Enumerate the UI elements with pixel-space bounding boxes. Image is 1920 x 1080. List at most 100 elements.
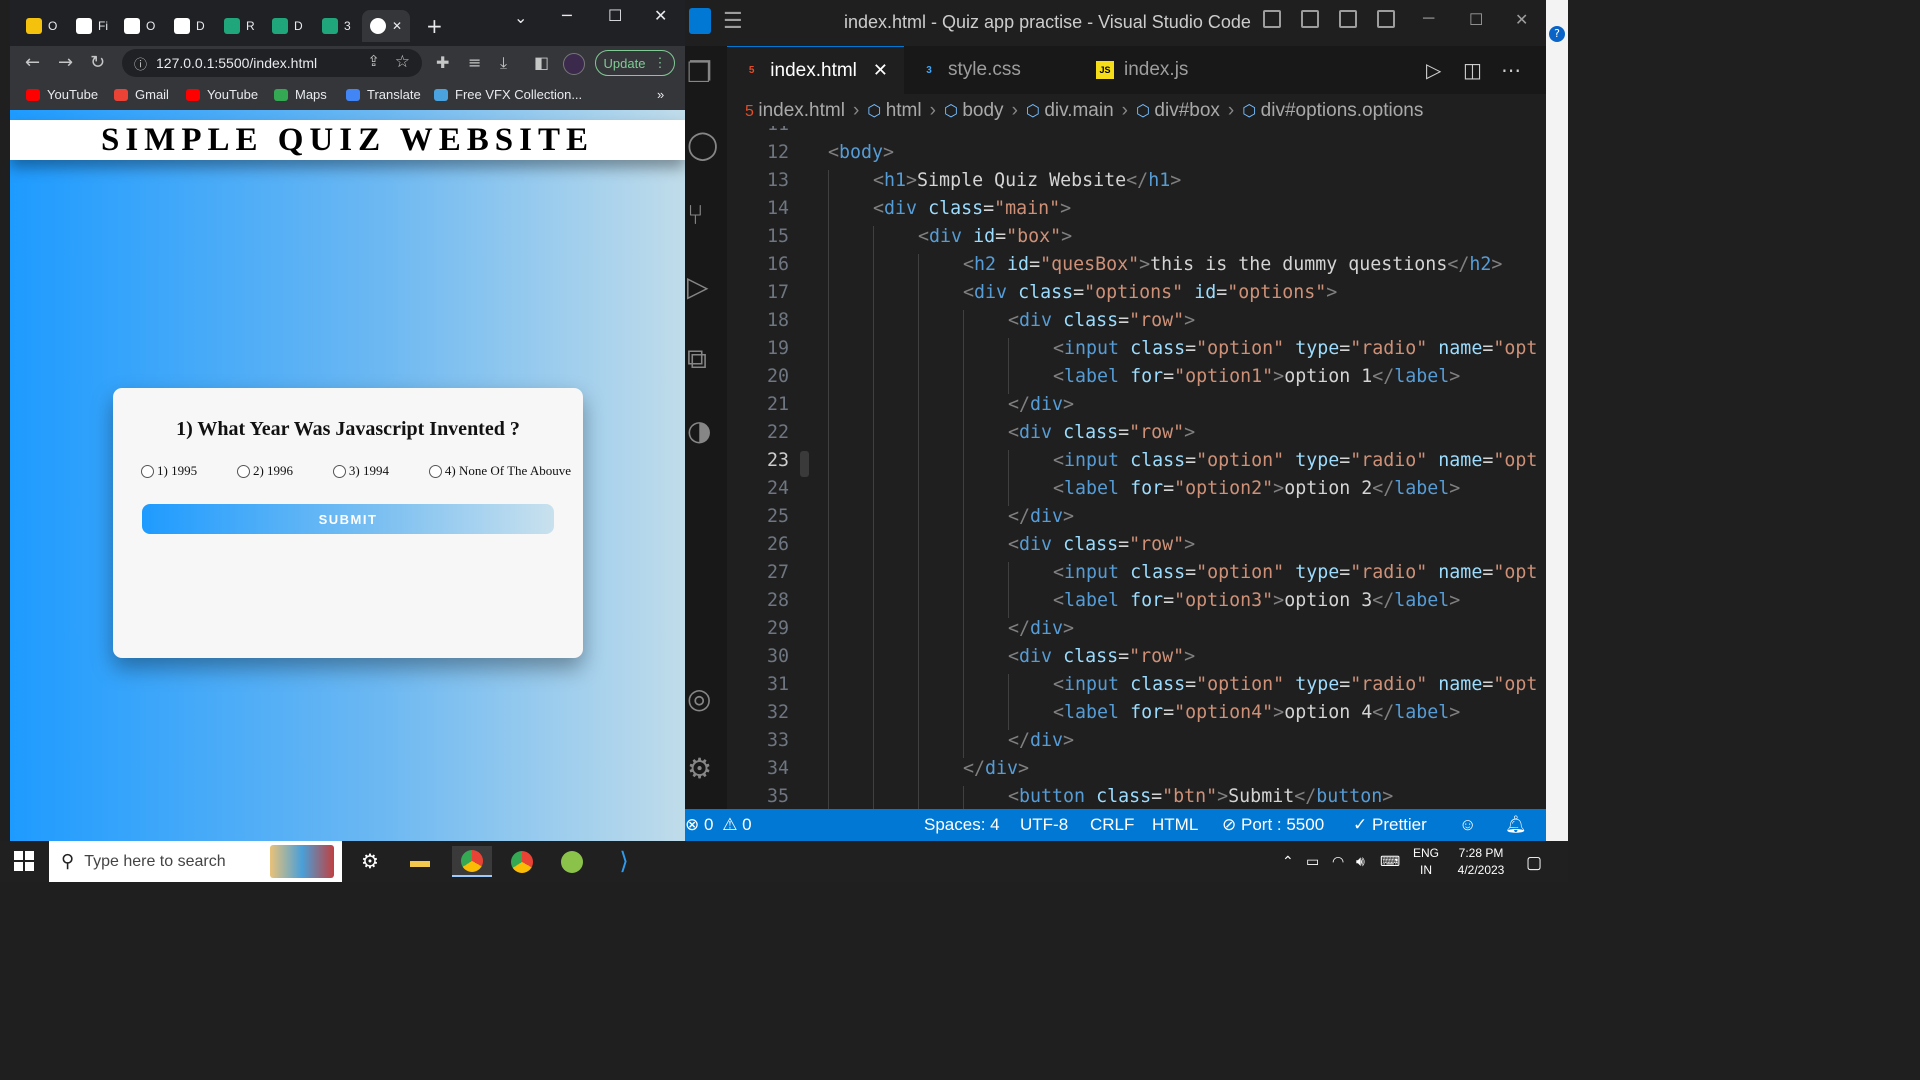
help-icon[interactable]: ? [1549,26,1565,42]
back-arrow-icon[interactable]: ← [25,52,40,73]
bookmark-item[interactable]: YouTube [186,87,258,102]
split-editor-icon[interactable]: ◫ [1463,58,1482,82]
tab-search-chevron-icon[interactable]: ⌄ [514,8,527,27]
bookmark-item[interactable]: Free VFX Collection... [434,87,582,102]
address-bar[interactable]: ⓘ 127.0.0.1:5500/index.html ⇪ ☆ [122,49,422,77]
notification-center-icon[interactable]: ▢ [1526,853,1542,873]
maximize-button[interactable]: ☐ [1469,10,1483,30]
android-app-icon[interactable] [552,846,592,877]
extensions-puzzle-icon[interactable]: ✚ [436,53,449,72]
close-window-button[interactable]: ✕ [654,6,667,25]
settings-app-icon[interactable]: ⚙ [350,846,390,877]
share-icon[interactable]: ⇪ [367,52,380,70]
source-control-icon[interactable]: ⑂ [687,198,704,231]
radio-button[interactable] [428,464,442,478]
profile-avatar[interactable] [563,53,585,75]
toggle-secondary-sidebar-icon[interactable] [1339,10,1357,28]
close-tab-icon[interactable]: ✕ [392,19,402,33]
language-mode-status[interactable]: HTML [1152,815,1198,835]
explorer-icon[interactable]: ❐ [687,56,712,89]
radio-button[interactable] [141,464,154,478]
tab-index-html[interactable]: 5 index.html ✕ [727,46,904,94]
show-hidden-icons-chevron-icon[interactable]: ⌃ [1282,853,1294,870]
radio-button[interactable] [332,464,346,478]
browser-tab[interactable]: D [174,10,205,42]
code-editor[interactable]: 1112<body>13<h1>Simple Quiz Website</h1>… [727,126,1546,809]
indentation-status[interactable]: Spaces: 4 [924,815,1000,835]
minimize-button[interactable]: ─ [562,6,572,25]
volume-icon[interactable]: 🔊︎ [1356,853,1365,870]
toggle-panel-icon[interactable] [1301,10,1319,28]
answer-option[interactable]: 4) None Of The Abouve [428,463,571,479]
wifi-icon[interactable]: ◠ [1332,853,1344,870]
breadcrumb-item[interactable]: ⬡ body [944,100,1004,122]
close-icon[interactable]: ✕ [873,60,888,81]
run-debug-icon[interactable]: ▷ [687,270,709,303]
tab-index-js[interactable]: JS index.js [1080,46,1257,94]
minimize-button[interactable]: ─ [1423,10,1434,28]
chrome-profile-app-icon[interactable] [502,846,542,877]
account-icon[interactable]: ◎ [687,682,711,715]
eol-status[interactable]: CRLF [1090,815,1134,835]
reading-list-icon[interactable]: ≡ [468,53,481,72]
clock[interactable]: 7:28 PM 4/2/2023 [1446,845,1516,879]
customize-layout-icon[interactable] [1377,10,1395,28]
indent-guide [873,702,874,730]
browser-tab[interactable]: D [272,10,303,42]
close-window-button[interactable]: ✕ [1515,10,1528,30]
prettier-status[interactable]: ✓ Prettier [1353,815,1427,835]
reload-icon[interactable]: ↻ [90,52,105,73]
hamburger-menu-icon[interactable]: ☰ [723,8,743,34]
browser-tab[interactable]: Fi [76,10,108,42]
feedback-icon[interactable]: ☺ [1459,815,1476,835]
extensions-icon[interactable]: ⧉ [687,342,707,376]
search-icon[interactable]: ◯ [687,128,718,161]
taskbar-search[interactable]: ⚲ Type here to search [49,841,342,882]
problems-indicator[interactable]: ⊗ 0 ⚠ 0 [685,815,752,835]
live-server-status[interactable]: ⊘ Port : 5500 [1222,815,1324,835]
breadcrumb-item[interactable]: ⬡ html [867,100,921,122]
keyboard-icon[interactable]: ⌨ [1380,853,1400,870]
bookmark-item[interactable]: YouTube [26,87,98,102]
answer-option[interactable]: 2) 1996 [236,463,293,479]
windows-start-icon[interactable] [14,851,34,871]
more-actions-icon[interactable]: ⋯ [1501,58,1521,82]
side-panel-icon[interactable]: ◧ [534,53,549,72]
toggle-primary-sidebar-icon[interactable] [1263,10,1281,28]
new-tab-button[interactable]: + [426,14,443,38]
browser-tab[interactable]: R [224,10,255,42]
breadcrumb-item[interactable]: ⬡ div#box [1136,100,1220,122]
download-icon[interactable]: ⤓ [500,53,507,73]
radio-button[interactable] [236,464,250,478]
maximize-button[interactable]: ☐ [608,6,622,25]
breadcrumb-item[interactable]: ⬡ div.main [1026,100,1114,122]
settings-gear-icon[interactable]: ⚙ [687,752,712,785]
browser-tab[interactable]: O [26,10,57,42]
encoding-status[interactable]: UTF-8 [1020,815,1068,835]
input-language[interactable]: ENG IN [1413,845,1439,879]
remote-explorer-icon[interactable]: ◑ [687,414,711,447]
browser-tab[interactable]: 3 [322,10,351,42]
bookmark-star-icon[interactable]: ☆ [395,52,410,72]
chrome-app-icon[interactable] [452,846,492,877]
forward-arrow-icon[interactable]: → [58,52,73,73]
bookmarks-overflow-button[interactable]: » [657,87,664,102]
bookmark-item[interactable]: Gmail [114,87,169,102]
notifications-bell-icon[interactable]: 🔔︎ [1505,815,1527,835]
vscode-app-icon[interactable]: ⟩ [604,846,644,877]
tab-style-css[interactable]: 3 style.css [904,46,1080,94]
answer-option[interactable]: 3) 1994 [332,463,389,479]
breadcrumb-item[interactable]: ⬡ div#options.options [1242,100,1423,122]
bookmark-item[interactable]: Maps [274,87,327,102]
run-icon[interactable]: ▷ [1426,58,1441,82]
browser-tab-active[interactable]: ✕ [362,10,411,42]
info-icon[interactable]: ⓘ [134,54,147,73]
bookmark-item[interactable]: Translate [346,87,421,102]
battery-icon[interactable]: ▭ [1306,853,1319,870]
update-button[interactable]: Update ⋮ [595,50,675,76]
submit-button[interactable]: SUBMIT [142,504,554,534]
breadcrumb-item[interactable]: 5 index.html [745,100,845,122]
answer-option[interactable]: 1) 1995 [141,463,197,479]
file-explorer-icon[interactable]: ▬ [400,846,440,877]
browser-tab[interactable]: O [124,10,155,42]
